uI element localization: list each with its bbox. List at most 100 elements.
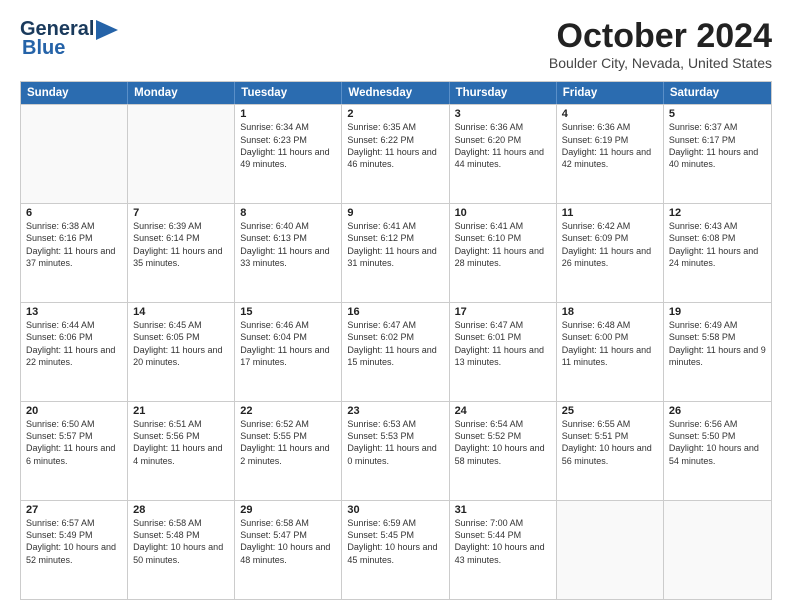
day-number: 26 xyxy=(669,405,766,417)
day-details: Sunrise: 6:36 AMSunset: 6:20 PMDaylight:… xyxy=(455,122,544,168)
calendar-empty-cell xyxy=(664,501,771,599)
day-details: Sunrise: 6:47 AMSunset: 6:01 PMDaylight:… xyxy=(455,320,544,366)
day-details: Sunrise: 6:42 AMSunset: 6:09 PMDaylight:… xyxy=(562,221,651,267)
day-number: 25 xyxy=(562,405,658,417)
day-details: Sunrise: 6:53 AMSunset: 5:53 PMDaylight:… xyxy=(347,419,436,465)
calendar-day-7: 7 Sunrise: 6:39 AMSunset: 6:14 PMDaylight… xyxy=(128,204,235,302)
day-number: 10 xyxy=(455,207,551,219)
header-monday: Monday xyxy=(128,82,235,104)
day-details: Sunrise: 6:59 AMSunset: 5:45 PMDaylight:… xyxy=(347,518,437,564)
day-details: Sunrise: 6:41 AMSunset: 6:10 PMDaylight:… xyxy=(455,221,544,267)
header: General Blue October 2024 Boulder City, … xyxy=(20,18,772,71)
logo-arrow-icon xyxy=(96,20,118,40)
day-number: 8 xyxy=(240,207,336,219)
day-details: Sunrise: 6:37 AMSunset: 6:17 PMDaylight:… xyxy=(669,122,758,168)
page: General Blue October 2024 Boulder City, … xyxy=(0,0,792,612)
calendar-body: 1Sunrise: 6:34 AMSunset: 6:23 PMDaylight… xyxy=(21,104,771,599)
calendar-day-19: 19Sunrise: 6:49 AMSunset: 5:58 PMDayligh… xyxy=(664,303,771,401)
header-tuesday: Tuesday xyxy=(235,82,342,104)
calendar-day-2: 2 Sunrise: 6:35 AMSunset: 6:22 PMDaylight… xyxy=(342,105,449,203)
day-number: 1 xyxy=(240,108,336,120)
day-details: Sunrise: 6:45 AMSunset: 6:05 PMDaylight:… xyxy=(133,320,222,366)
calendar-day-13: 13 Sunrise: 6:44 AMSunset: 6:06 PMDayligh… xyxy=(21,303,128,401)
day-details: Sunrise: 6:38 AMSunset: 6:16 PMDaylight:… xyxy=(26,221,115,267)
calendar-title: October 2024 xyxy=(549,18,772,55)
day-number: 30 xyxy=(347,504,443,516)
day-details: Sunrise: 6:43 AMSunset: 6:08 PMDaylight:… xyxy=(669,221,758,267)
calendar-week-4: 20 Sunrise: 6:50 AMSunset: 5:57 PMDayligh… xyxy=(21,401,771,500)
day-details: Sunrise: 6:46 AMSunset: 6:04 PMDaylight:… xyxy=(240,320,329,366)
calendar-day-5: 5 Sunrise: 6:37 AMSunset: 6:17 PMDaylight… xyxy=(664,105,771,203)
calendar-day-24: 24 Sunrise: 6:54 AMSunset: 5:52 PMDayligh… xyxy=(450,402,557,500)
day-number: 7 xyxy=(133,207,229,219)
calendar-day-17: 17 Sunrise: 6:47 AMSunset: 6:01 PMDayligh… xyxy=(450,303,557,401)
calendar-day-16: 16Sunrise: 6:47 AMSunset: 6:02 PMDayligh… xyxy=(342,303,449,401)
day-number: 12 xyxy=(669,207,766,219)
calendar-day-15: 15 Sunrise: 6:46 AMSunset: 6:04 PMDayligh… xyxy=(235,303,342,401)
day-number: 9 xyxy=(347,207,443,219)
calendar: Sunday Monday Tuesday Wednesday Thursday… xyxy=(20,81,772,600)
day-details: Sunrise: 6:56 AMSunset: 5:50 PMDaylight:… xyxy=(669,419,759,465)
day-details: Sunrise: 6:35 AMSunset: 6:22 PMDaylight:… xyxy=(347,122,436,168)
day-details: Sunrise: 6:51 AMSunset: 5:56 PMDaylight:… xyxy=(133,419,222,465)
day-number: 5 xyxy=(669,108,766,120)
calendar-day-31: 31Sunrise: 7:00 AMSunset: 5:44 PMDayligh… xyxy=(450,501,557,599)
day-number: 4 xyxy=(562,108,658,120)
calendar-empty-cell xyxy=(21,105,128,203)
calendar-day-20: 20 Sunrise: 6:50 AMSunset: 5:57 PMDayligh… xyxy=(21,402,128,500)
day-details: Sunrise: 6:50 AMSunset: 5:57 PMDaylight:… xyxy=(26,419,115,465)
day-details: Sunrise: 6:54 AMSunset: 5:52 PMDaylight:… xyxy=(455,419,545,465)
calendar-empty-cell xyxy=(557,501,664,599)
day-number: 14 xyxy=(133,306,229,318)
day-number: 17 xyxy=(455,306,551,318)
calendar-day-30: 30 Sunrise: 6:59 AMSunset: 5:45 PMDayligh… xyxy=(342,501,449,599)
header-friday: Friday xyxy=(557,82,664,104)
day-details: Sunrise: 6:55 AMSunset: 5:51 PMDaylight:… xyxy=(562,419,652,465)
day-number: 16 xyxy=(347,306,443,318)
day-number: 13 xyxy=(26,306,122,318)
calendar-day-22: 22 Sunrise: 6:52 AMSunset: 5:55 PMDayligh… xyxy=(235,402,342,500)
calendar-day-14: 14 Sunrise: 6:45 AMSunset: 6:05 PMDayligh… xyxy=(128,303,235,401)
day-details: Sunrise: 6:39 AMSunset: 6:14 PMDaylight:… xyxy=(133,221,222,267)
calendar-day-1: 1Sunrise: 6:34 AMSunset: 6:23 PMDaylight… xyxy=(235,105,342,203)
day-number: 18 xyxy=(562,306,658,318)
calendar-day-8: 8 Sunrise: 6:40 AMSunset: 6:13 PMDaylight… xyxy=(235,204,342,302)
day-details: Sunrise: 6:58 AMSunset: 5:48 PMDaylight:… xyxy=(133,518,223,564)
calendar-day-3: 3 Sunrise: 6:36 AMSunset: 6:20 PMDaylight… xyxy=(450,105,557,203)
day-details: Sunrise: 6:52 AMSunset: 5:55 PMDaylight:… xyxy=(240,419,329,465)
day-number: 24 xyxy=(455,405,551,417)
day-number: 23 xyxy=(347,405,443,417)
day-number: 29 xyxy=(240,504,336,516)
calendar-day-11: 11 Sunrise: 6:42 AMSunset: 6:09 PMDayligh… xyxy=(557,204,664,302)
day-number: 19 xyxy=(669,306,766,318)
day-details: Sunrise: 6:58 AMSunset: 5:47 PMDaylight:… xyxy=(240,518,330,564)
calendar-day-27: 27Sunrise: 6:57 AMSunset: 5:49 PMDayligh… xyxy=(21,501,128,599)
header-saturday: Saturday xyxy=(664,82,771,104)
day-number: 27 xyxy=(26,504,122,516)
day-details: Sunrise: 6:40 AMSunset: 6:13 PMDaylight:… xyxy=(240,221,329,267)
day-number: 11 xyxy=(562,207,658,219)
calendar-day-28: 28 Sunrise: 6:58 AMSunset: 5:48 PMDayligh… xyxy=(128,501,235,599)
calendar-day-6: 6Sunrise: 6:38 AMSunset: 6:16 PMDaylight… xyxy=(21,204,128,302)
day-number: 15 xyxy=(240,306,336,318)
calendar-week-1: 1Sunrise: 6:34 AMSunset: 6:23 PMDaylight… xyxy=(21,104,771,203)
calendar-day-29: 29 Sunrise: 6:58 AMSunset: 5:47 PMDayligh… xyxy=(235,501,342,599)
day-number: 3 xyxy=(455,108,551,120)
header-thursday: Thursday xyxy=(450,82,557,104)
calendar-week-5: 27Sunrise: 6:57 AMSunset: 5:49 PMDayligh… xyxy=(21,500,771,599)
day-number: 22 xyxy=(240,405,336,417)
header-sunday: Sunday xyxy=(21,82,128,104)
day-details: Sunrise: 6:41 AMSunset: 6:12 PMDaylight:… xyxy=(347,221,436,267)
day-details: Sunrise: 6:44 AMSunset: 6:06 PMDaylight:… xyxy=(26,320,115,366)
calendar-week-3: 13 Sunrise: 6:44 AMSunset: 6:06 PMDayligh… xyxy=(21,302,771,401)
logo-blue: Blue xyxy=(22,37,65,60)
day-details: Sunrise: 6:36 AMSunset: 6:19 PMDaylight:… xyxy=(562,122,651,168)
day-number: 2 xyxy=(347,108,443,120)
day-details: Sunrise: 7:00 AMSunset: 5:44 PMDaylight:… xyxy=(455,518,545,564)
day-number: 28 xyxy=(133,504,229,516)
calendar-empty-cell xyxy=(128,105,235,203)
day-number: 21 xyxy=(133,405,229,417)
day-number: 20 xyxy=(26,405,122,417)
calendar-location: Boulder City, Nevada, United States xyxy=(549,55,772,71)
calendar-header-row: Sunday Monday Tuesday Wednesday Thursday… xyxy=(21,82,771,104)
